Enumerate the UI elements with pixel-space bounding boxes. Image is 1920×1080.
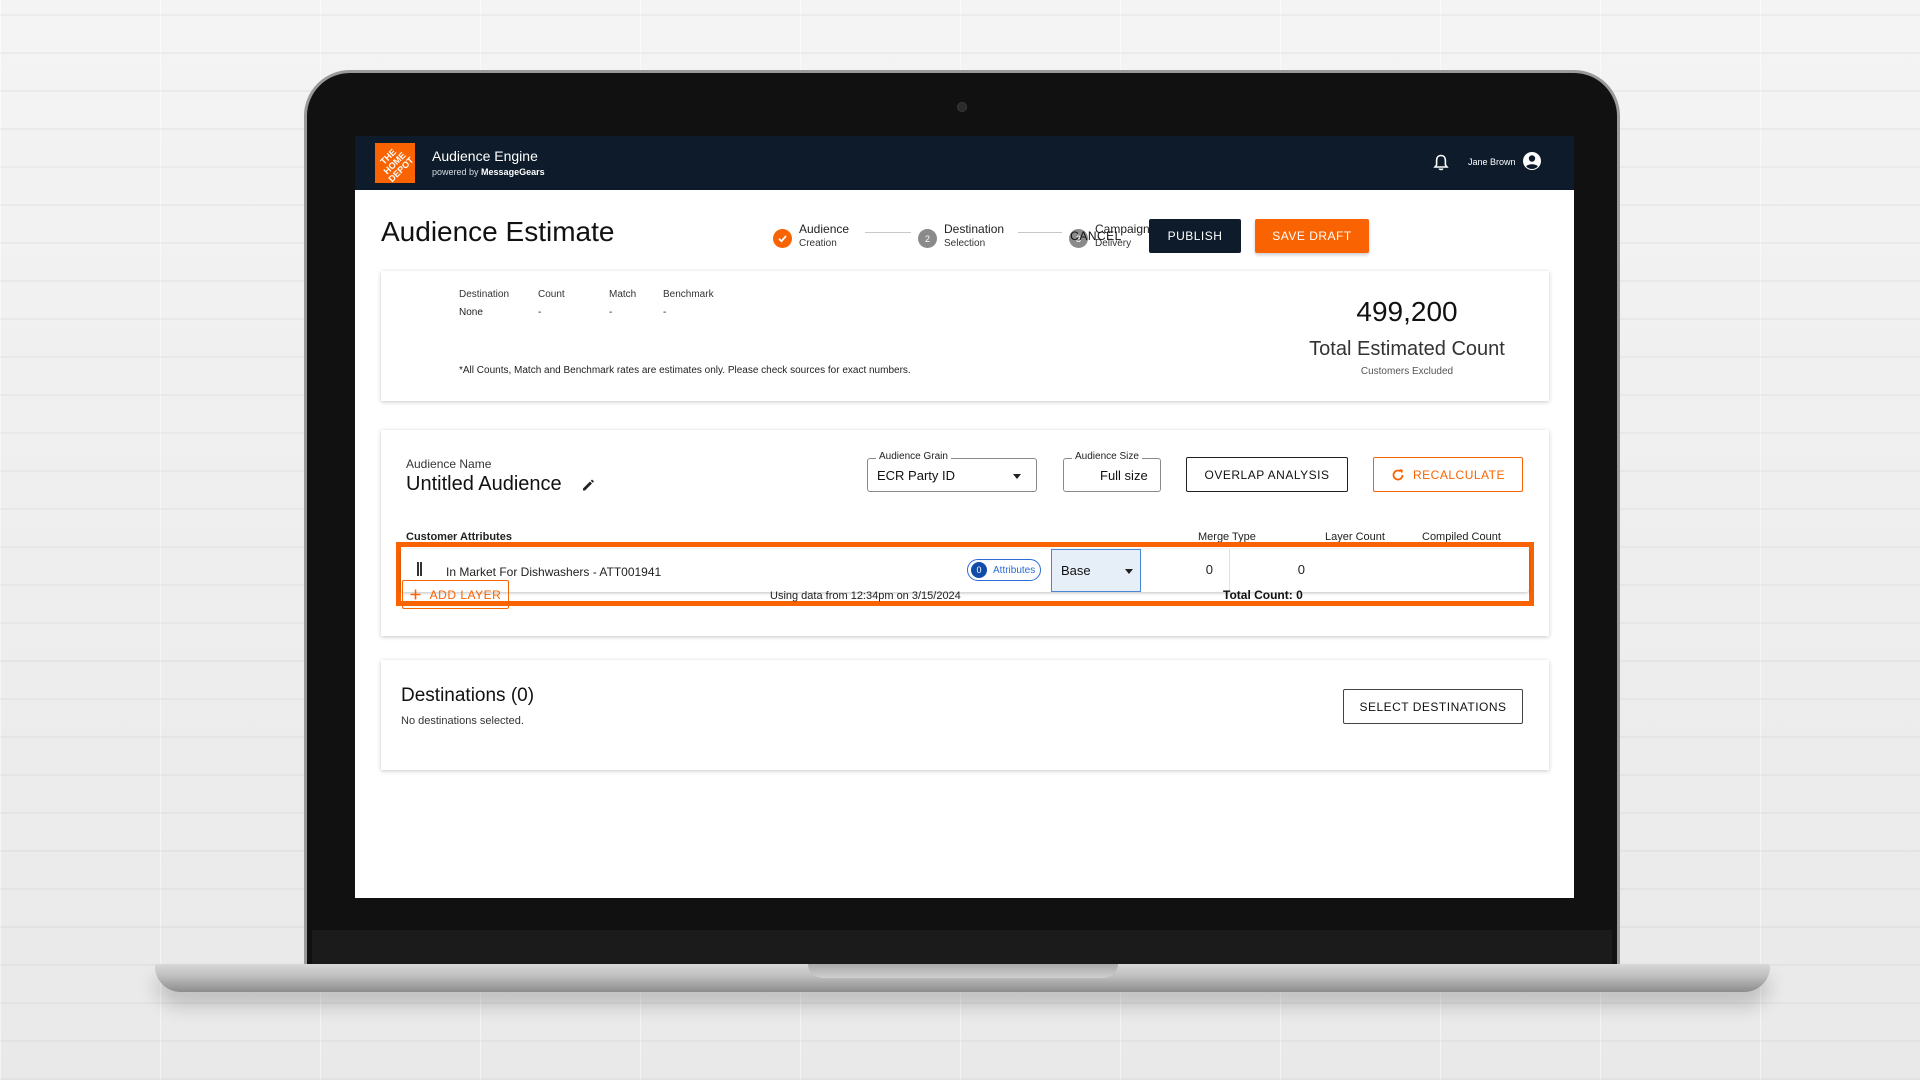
refresh-icon [1392,468,1404,480]
estimate-value: - [663,307,667,318]
laptop-notch [808,964,1118,978]
check-icon [773,229,792,248]
step-title: Audience [799,222,850,236]
audience-size-value: Full size [1100,468,1148,483]
customers-excluded-label: Customers Excluded [1360,366,1454,377]
powered-by: powered by MessageGears [432,167,545,177]
layer-count-cell: 0 [1141,549,1230,592]
home-depot-logo[interactable]: THE HOME DEPOT [375,143,416,184]
step-number: 2 [918,229,937,248]
estimate-value: - [538,307,542,318]
app-screen: THE HOME DEPOT Audience Engine powered b… [355,136,1574,898]
attribute-name: In Market For Dishwashers - ATT001941 [446,565,662,579]
app-title: Audience Engine [432,148,538,164]
merge-type-select[interactable]: Base [1051,549,1141,592]
app-header: THE HOME DEPOT Audience Engine powered b… [355,136,1574,190]
data-timestamp: Using data from 12:34pm on 3/15/2024 [770,590,961,602]
recalculate-button[interactable]: RECALCULATE [1373,457,1523,492]
recalculate-label: RECALCULATE [1413,467,1505,482]
user-name[interactable]: Jane Brown [1468,157,1516,167]
publish-button[interactable]: PUBLISH [1149,219,1241,253]
audience-name-label: Audience Name [406,457,492,471]
chevron-down-icon [1125,569,1133,574]
attributes-chip-label: Attributes [993,564,1036,576]
audience-name[interactable]: Untitled Audience [406,473,562,496]
table-row[interactable]: In Market For Dishwashers - ATT001941 0 … [401,549,1529,592]
step-sub: Selection [944,238,986,249]
estimate-value: None [459,307,483,318]
audience-grain-label: Audience Grain [876,451,951,462]
total-estimated-label: Total Estimated Count [1309,338,1505,360]
estimate-disclaimer: *All Counts, Match and Benchmark rates a… [459,365,911,376]
compiled-count-cell: 0 [1231,549,1321,592]
add-layer-label: ADD LAYER [429,587,502,602]
bell-icon[interactable] [1433,154,1449,172]
attributes-chip[interactable]: 0 Attributes [967,559,1041,581]
add-layer-button[interactable]: ADD LAYER [402,580,509,609]
plus-icon [410,589,421,600]
audience-size-label: Audience Size [1072,451,1142,462]
estimate-header: Match [609,289,637,300]
save-draft-button[interactable]: SAVE DRAFT [1255,219,1369,253]
audience-grain-value: ECR Party ID [877,468,956,483]
powered-brand: MessageGears [481,167,545,177]
logo-text: THE HOME DEPOT [378,146,416,184]
estimate-value: - [609,307,613,318]
audience-card: Audience Name Untitled Audience Audience… [381,430,1549,636]
cancel-button[interactable]: CANCEL [1061,219,1131,253]
estimate-header: Benchmark [663,289,714,300]
select-destinations-button[interactable]: SELECT DESTINATIONS [1343,689,1523,724]
overlap-analysis-button[interactable]: OVERLAP ANALYSIS [1186,457,1348,492]
merge-type-value: Base [1061,563,1091,578]
estimate-header: Count [538,289,565,300]
destinations-empty-text: No destinations selected. [401,715,524,727]
chevron-down-icon [1013,474,1021,479]
drag-handle-icon[interactable] [417,562,422,576]
account-circle-icon[interactable] [1522,151,1542,171]
estimate-header: Destination [459,289,510,300]
camera-icon [957,102,967,112]
step-title: Destination [944,222,1005,236]
total-count: Total Count: 0 [1223,588,1303,602]
audience-size-field[interactable]: Audience Size Full size [1063,451,1161,492]
step-sub: Creation [799,238,837,249]
laptop-bezel [312,930,1612,964]
edit-pencil-icon[interactable] [581,478,595,492]
attributes-count: 0 [971,562,987,578]
destinations-title: Destinations (0) [401,685,535,706]
page-title: Audience Estimate [381,216,615,247]
audience-grain-select[interactable]: Audience Grain ECR Party ID [867,451,1037,492]
step-connector [865,232,911,233]
powered-by-label: powered by [432,167,479,177]
destinations-card: Destinations (0) No destinations selecte… [381,660,1549,770]
estimate-card: Destination Count Match Benchmark None -… [381,271,1549,401]
total-estimated-value: 499,200 [1356,296,1458,327]
layer-count-value: 0 [1205,562,1213,577]
compiled-count-value: 0 [1297,562,1305,577]
step-connector [1018,232,1062,233]
